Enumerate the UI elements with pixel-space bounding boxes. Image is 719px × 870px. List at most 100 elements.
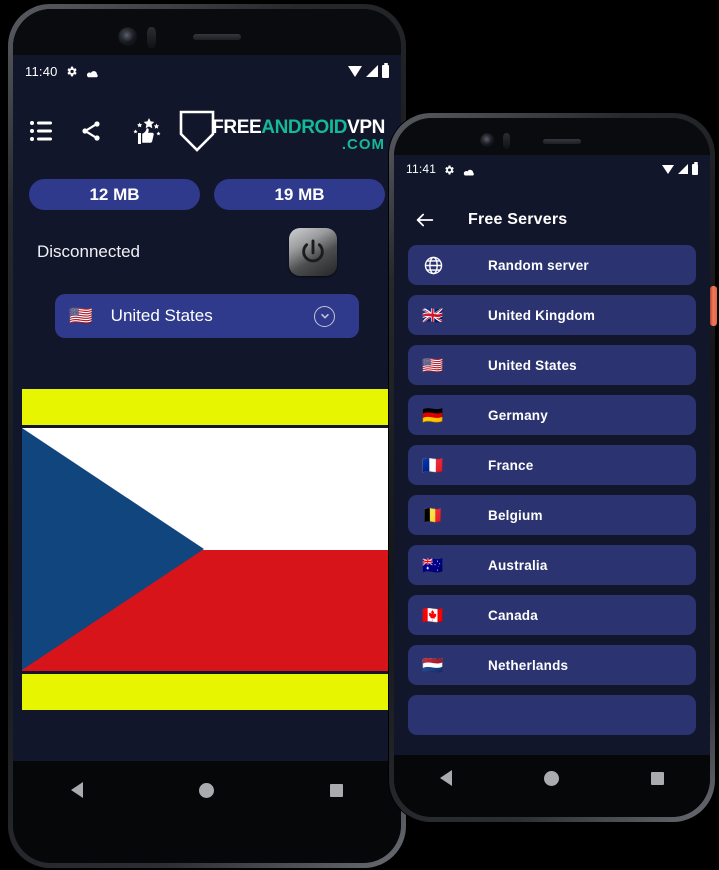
- phone-2-screen-shell: 11:41 Free Servers Random server 🇬🇧 Unit…: [394, 118, 710, 817]
- front-camera: [118, 27, 138, 47]
- connection-status-text: Disconnected: [37, 242, 141, 261]
- server-name: France: [488, 457, 534, 473]
- recents-icon[interactable]: [651, 771, 664, 785]
- globe-icon: [420, 255, 446, 276]
- flag-germany-icon: 🇩🇪: [422, 405, 444, 425]
- back-arrow-icon[interactable]: [414, 209, 436, 231]
- chevron-down-icon[interactable]: [314, 305, 335, 327]
- earpiece-speaker: [193, 34, 241, 40]
- status-bar-right: [348, 62, 389, 78]
- server-name: Netherlands: [488, 657, 569, 673]
- power-toggle-button[interactable]: [289, 228, 337, 276]
- gear-icon: [443, 163, 455, 175]
- list-item[interactable]: 🇳🇱 Netherlands: [408, 645, 696, 685]
- phone-1-device: 11:40 FREEANDROIDVPN .COM 12 MB 19 MB Di…: [8, 4, 406, 868]
- server-name: Canada: [488, 607, 538, 623]
- page-title: Free Servers: [468, 211, 568, 228]
- list-item[interactable]: 🇫🇷 France: [408, 445, 696, 485]
- list-item[interactable]: 🇦🇺 Australia: [408, 545, 696, 585]
- app-logo: FREEANDROIDVPN .COM: [178, 109, 385, 153]
- phone-1-top-bezel: [13, 9, 401, 55]
- status-time: 11:41: [406, 162, 437, 176]
- back-icon[interactable]: [71, 782, 83, 798]
- home-icon[interactable]: [199, 782, 214, 798]
- list-menu-icon[interactable]: [29, 120, 53, 142]
- flag-canada-icon: 🇨🇦: [422, 605, 444, 625]
- logo-android: ANDROID: [261, 117, 348, 138]
- list-item[interactable]: 🇨🇦 Canada: [408, 595, 696, 635]
- flag-france-icon: 🇫🇷: [422, 455, 444, 475]
- wifi-icon: [348, 65, 362, 77]
- logo-vpn: VPN: [347, 117, 385, 138]
- flag-netherlands-icon: 🇳🇱: [422, 655, 444, 675]
- download-usage-badge: 12 MB: [29, 179, 200, 210]
- phone-2-screen: 11:41 Free Servers Random server 🇬🇧 Unit…: [394, 155, 710, 755]
- status-bar-left: 11:40: [25, 64, 100, 79]
- list-item[interactable]: 🇺🇸 United States: [408, 345, 696, 385]
- signal-icon: [366, 65, 378, 77]
- status-time: 11:40: [25, 63, 58, 79]
- server-name: Germany: [488, 407, 548, 423]
- phone-1-app-header: FREEANDROIDVPN .COM: [13, 87, 401, 159]
- phone-2-nav-bar: [394, 755, 710, 817]
- list-item[interactable]: Random server: [408, 245, 696, 285]
- ad-banner-bottom[interactable]: [22, 674, 392, 710]
- phone-1-nav-bar: [13, 761, 401, 863]
- device-power-side-button[interactable]: [710, 286, 717, 326]
- czech-republic-flag: [22, 428, 392, 671]
- phone-2-app-header: Free Servers: [394, 183, 710, 245]
- country-selector[interactable]: 🇺🇸 United States: [55, 294, 359, 338]
- flag-blue-triangle: [22, 428, 204, 670]
- phone-1-status-bar: 11:40: [13, 55, 401, 87]
- logo-text: FREEANDROIDVPN .COM: [212, 109, 385, 152]
- server-name: United States: [488, 357, 577, 373]
- wifi-icon: [662, 164, 674, 174]
- list-item[interactable]: 🇩🇪 Germany: [408, 395, 696, 435]
- ad-banner-top[interactable]: [22, 389, 392, 425]
- phone-2-device: 11:41 Free Servers Random server 🇬🇧 Unit…: [389, 113, 715, 822]
- flag-australia-icon: 🇦🇺: [422, 555, 444, 575]
- server-list: Random server 🇬🇧 United Kingdom 🇺🇸 Unite…: [394, 245, 710, 735]
- battery-icon: [382, 62, 389, 78]
- connection-status-row: Disconnected: [13, 210, 401, 276]
- header-icon-group: [29, 116, 163, 146]
- phone-1-screen-shell: 11:40 FREEANDROIDVPN .COM 12 MB 19 MB Di…: [13, 9, 401, 863]
- shield-icon: [178, 109, 216, 153]
- server-name: United Kingdom: [488, 307, 596, 323]
- server-name: Belgium: [488, 507, 543, 523]
- back-icon[interactable]: [440, 770, 452, 786]
- flag-united-states-icon: 🇺🇸: [422, 355, 444, 375]
- selected-country-name: United States: [110, 306, 213, 325]
- proximity-sensor: [147, 27, 156, 48]
- signal-icon: [678, 164, 688, 174]
- status-bar-left: 11:41: [406, 162, 476, 176]
- proximity-sensor: [503, 133, 510, 149]
- cloud-icon: [462, 164, 476, 176]
- rate-thumbs-up-icon[interactable]: [129, 116, 163, 146]
- upload-usage-badge: 19 MB: [214, 179, 385, 210]
- list-item-partial[interactable]: [408, 695, 696, 735]
- phone-2-status-bar: 11:41: [394, 155, 710, 183]
- recents-icon[interactable]: [330, 783, 343, 797]
- data-usage-badges: 12 MB 19 MB: [13, 159, 401, 210]
- server-name: Australia: [488, 557, 548, 573]
- phone-1-screen: 11:40 FREEANDROIDVPN .COM 12 MB 19 MB Di…: [13, 55, 401, 761]
- screenshot-stage: 11:40 FREEANDROIDVPN .COM 12 MB 19 MB Di…: [0, 0, 719, 870]
- flag-united-kingdom-icon: 🇬🇧: [422, 305, 444, 325]
- battery-icon: [692, 161, 698, 175]
- flag-belgium-icon: 🇧🇪: [422, 505, 444, 525]
- server-name: Random server: [488, 257, 589, 273]
- share-icon[interactable]: [79, 119, 103, 143]
- cloud-icon: [85, 66, 100, 77]
- status-bar-right: [662, 161, 698, 175]
- front-camera: [480, 133, 495, 148]
- logo-dotcom: .COM: [341, 136, 385, 153]
- gear-icon: [65, 65, 78, 78]
- logo-free: FREE: [212, 117, 262, 138]
- list-item[interactable]: 🇧🇪 Belgium: [408, 495, 696, 535]
- list-item[interactable]: 🇬🇧 United Kingdom: [408, 295, 696, 335]
- home-icon[interactable]: [544, 770, 559, 786]
- earpiece-speaker: [543, 139, 581, 144]
- phone-2-top-bezel: [394, 118, 710, 155]
- selected-country-flag: 🇺🇸: [69, 305, 93, 327]
